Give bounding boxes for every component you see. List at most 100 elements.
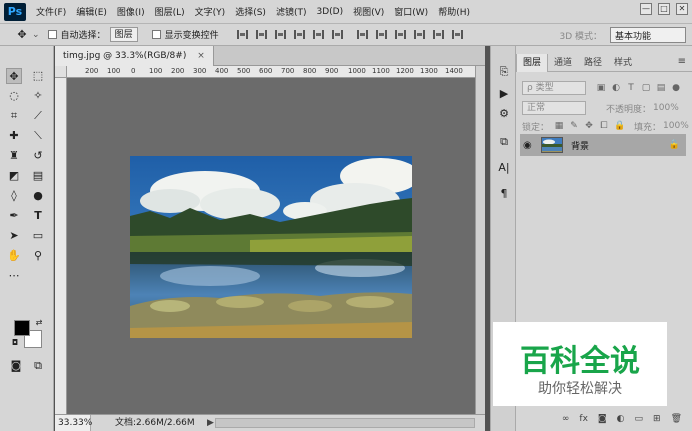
menu-view[interactable]: 视图(V) [353, 5, 384, 18]
layer-kind-filter[interactable]: ρ 类型 [522, 81, 586, 95]
quick-mask-icon[interactable]: ◙ [8, 358, 24, 374]
move-tool-preset-icon[interactable]: ✥ [14, 27, 30, 43]
filter-adjustment-icon[interactable]: ◐ [611, 83, 621, 93]
properties-panel-icon[interactable]: ⚙ [496, 106, 512, 122]
dodge-tool-icon[interactable]: ● [30, 188, 46, 204]
opacity-value[interactable]: 100% [653, 103, 679, 113]
menu-image[interactable]: 图像(I) [117, 5, 145, 18]
menu-type[interactable]: 文字(Y) [195, 5, 226, 18]
swap-colors-icon[interactable]: ⇄ [34, 318, 44, 328]
lasso-tool-icon[interactable]: ◌ [6, 88, 22, 104]
filter-smart-object-icon[interactable]: ▤ [656, 83, 666, 93]
eye-icon[interactable]: ◉ [523, 140, 537, 151]
align-vcenter-icon[interactable] [255, 30, 267, 39]
pen-tool-icon[interactable]: ✒ [6, 208, 22, 224]
eyedropper-tool-icon[interactable]: ⟋ [30, 108, 46, 124]
foreground-color-swatch[interactable] [14, 320, 30, 336]
blur-tool-icon[interactable]: ◊ [6, 188, 22, 204]
default-colors-icon[interactable]: ◘ [10, 338, 20, 348]
filter-toggle-icon[interactable]: ● [671, 83, 681, 93]
tab-styles[interactable]: 样式 [608, 54, 638, 72]
history-brush-tool-icon[interactable]: ↺ [30, 148, 46, 164]
lock-pixels-icon[interactable]: ✎ [569, 121, 579, 131]
vertical-scrollbar[interactable] [475, 66, 485, 414]
tab-paths[interactable]: 路径 [578, 54, 608, 72]
shape-tool-icon[interactable]: ▭ [30, 228, 46, 244]
filter-type-icon[interactable]: T [626, 83, 636, 93]
panel-menu-icon[interactable]: ≡ [678, 56, 686, 67]
zoom-level-field[interactable]: 33.33% [55, 415, 92, 431]
auto-select-checkbox[interactable] [47, 30, 57, 39]
history-panel-icon[interactable]: ⎘ [496, 64, 512, 80]
document-image[interactable] [130, 156, 412, 338]
marquee-tool-icon[interactable]: ⬚ [30, 68, 46, 84]
zoom-tool-icon[interactable]: ⚲ [30, 248, 46, 264]
restore-button[interactable]: □ [658, 3, 670, 15]
type-tool-icon[interactable]: T [30, 208, 46, 224]
close-icon[interactable]: × [197, 51, 205, 61]
new-layer-icon[interactable]: ⊞ [653, 414, 661, 424]
magic-wand-tool-icon[interactable]: ✧ [30, 88, 46, 104]
auto-select-dropdown[interactable]: 图层 [109, 27, 138, 42]
menu-edit[interactable]: 编辑(E) [76, 5, 107, 18]
path-selection-tool-icon[interactable]: ➤ [6, 228, 22, 244]
menu-help[interactable]: 帮助(H) [438, 5, 470, 18]
fill-value[interactable]: 100% [663, 121, 689, 131]
lock-position-icon[interactable]: ✥ [584, 121, 594, 131]
chevron-down-icon[interactable]: ⌄ [32, 30, 40, 40]
lock-all-icon[interactable]: 🔒 [614, 121, 625, 131]
workspace-dropdown[interactable]: 基本功能 [610, 27, 686, 43]
clone-source-icon[interactable]: ⧉ [496, 134, 512, 150]
filter-pixel-icon[interactable]: ▣ [596, 83, 606, 93]
eraser-tool-icon[interactable]: ◩ [6, 168, 22, 184]
distribute-vcenter-icon[interactable] [375, 30, 387, 39]
align-bottom-icon[interactable] [274, 30, 286, 39]
paragraph-panel-icon[interactable]: ¶ [496, 186, 512, 202]
gradient-tool-icon[interactable]: ▤ [30, 168, 46, 184]
align-hcenter-icon[interactable] [312, 30, 324, 39]
hand-tool-icon[interactable]: ✋ [6, 248, 22, 264]
tab-channels[interactable]: 通道 [548, 54, 578, 72]
new-adjustment-icon[interactable]: ◐ [617, 414, 625, 424]
align-left-icon[interactable] [293, 30, 305, 39]
close-button[interactable]: ✕ [676, 3, 688, 15]
distribute-hcenter-icon[interactable] [432, 30, 444, 39]
brush-tool-icon[interactable]: ⟍ [30, 128, 46, 144]
new-group-icon[interactable]: ▭ [635, 414, 644, 424]
menu-filter[interactable]: 滤镜(T) [276, 5, 307, 18]
align-top-icon[interactable] [236, 30, 248, 39]
add-mask-icon[interactable]: ◙ [598, 414, 607, 424]
align-right-icon[interactable] [331, 30, 343, 39]
document-tab[interactable]: timg.jpg @ 33.3%(RGB/8#) × [55, 46, 214, 66]
distribute-bottom-icon[interactable] [394, 30, 406, 39]
menu-select[interactable]: 选择(S) [235, 5, 266, 18]
more-tools-icon[interactable]: ⋯ [6, 268, 22, 284]
menu-layer[interactable]: 图层(L) [155, 5, 185, 18]
tab-layers[interactable]: 图层 [516, 54, 549, 72]
layer-row-background[interactable]: ◉ 背景 🔒 [520, 134, 686, 156]
menu-file[interactable]: 文件(F) [36, 5, 66, 18]
lock-artboard-icon[interactable]: ⧠ [599, 121, 609, 131]
menu-window[interactable]: 窗口(W) [394, 5, 428, 18]
move-tool-icon[interactable]: ✥ [6, 68, 22, 84]
blend-mode-dropdown[interactable]: 正常 [522, 101, 586, 115]
horizontal-scrollbar[interactable] [215, 418, 475, 428]
character-panel-icon[interactable]: A| [496, 160, 512, 176]
trash-icon[interactable]: 🗑 [671, 414, 682, 424]
screen-mode-icon[interactable]: ⧉ [30, 358, 46, 374]
layer-style-icon[interactable]: fx [579, 414, 588, 424]
distribute-left-icon[interactable] [413, 30, 425, 39]
actions-play-icon[interactable]: ▶ [496, 86, 512, 102]
link-layers-icon[interactable]: ∞ [562, 414, 570, 424]
lock-transparent-icon[interactable]: ▦ [554, 121, 564, 131]
healing-brush-tool-icon[interactable]: ✚ [6, 128, 22, 144]
show-transform-checkbox[interactable] [151, 30, 161, 39]
distribute-right-icon[interactable] [451, 30, 463, 39]
minimize-button[interactable]: — [640, 3, 652, 15]
menu-3d[interactable]: 3D(D) [316, 7, 343, 17]
crop-tool-icon[interactable]: ⌗ [6, 108, 22, 124]
clone-stamp-tool-icon[interactable]: ♜ [6, 148, 22, 164]
filter-shape-icon[interactable]: ▢ [641, 83, 651, 93]
status-menu-arrow-icon[interactable]: ▶ [207, 415, 214, 431]
distribute-top-icon[interactable] [356, 30, 368, 39]
